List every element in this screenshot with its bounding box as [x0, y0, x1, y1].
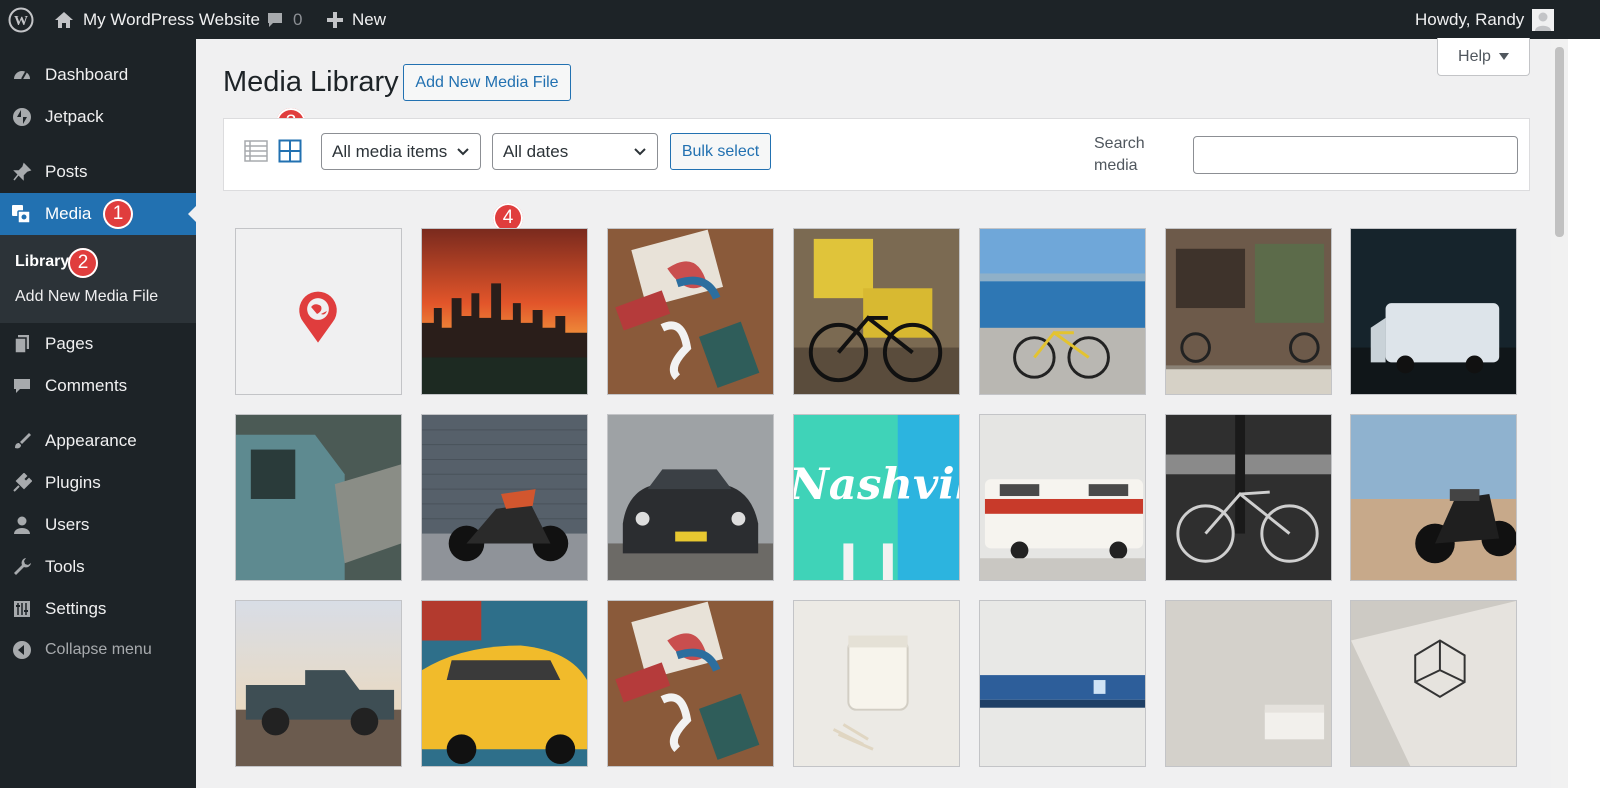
- comment-bubble-icon: [268, 12, 282, 27]
- chevron-down-icon: [634, 148, 646, 156]
- bulk-select-button[interactable]: Bulk select: [670, 133, 771, 170]
- wrench-icon: [11, 556, 33, 578]
- media-type-filter-value: All media items: [332, 141, 448, 161]
- my-account-link[interactable]: Howdy, Randy: [1415, 0, 1555, 39]
- sidebar-item-label: Appearance: [45, 431, 137, 450]
- media-item-camper-night[interactable]: [1350, 228, 1517, 395]
- sidebar-item-label: Tools: [45, 557, 85, 576]
- media-item-bicycle-beach[interactable]: [979, 228, 1146, 395]
- comments-link[interactable]: 0: [265, 0, 302, 39]
- media-item-bicycle-bw[interactable]: [1165, 414, 1332, 581]
- sidebar-item-appearance[interactable]: Appearance: [0, 420, 196, 462]
- sidebar-item-posts[interactable]: Posts: [0, 151, 196, 193]
- callout-badge-2: 2: [68, 248, 98, 278]
- sidebar-item-pages[interactable]: Pages: [0, 323, 196, 365]
- svg-text:Nashvil: Nashvil: [794, 459, 959, 510]
- media-item-rusty-truck[interactable]: [235, 600, 402, 767]
- media-item-candle-jar[interactable]: [793, 600, 960, 767]
- admin-bar: W My WordPress Website 0 New Howdy, Rand…: [0, 0, 1600, 39]
- sidebar-item-label: Jetpack: [45, 107, 104, 126]
- sidebar-item-settings[interactable]: Settings: [0, 588, 196, 630]
- sidebar-item-label: Posts: [45, 162, 88, 181]
- media-item-nashville-mural[interactable]: Nashvil: [793, 414, 960, 581]
- help-label: Help: [1458, 47, 1491, 65]
- media-item-placeholder[interactable]: [235, 228, 402, 395]
- sidebar-item-label: Pages: [45, 334, 94, 353]
- sidebar-item-label: Settings: [45, 599, 107, 618]
- plugin-icon: [11, 472, 33, 494]
- sidebar-item-plugins[interactable]: Plugins: [0, 462, 196, 504]
- comment-icon: [11, 375, 33, 397]
- search-media-input[interactable]: [1193, 136, 1518, 174]
- help-tab-button[interactable]: Help: [1437, 38, 1530, 76]
- media-item-desk-flatlay[interactable]: [607, 228, 774, 395]
- media-toolbar: All media items All dates Bulk select Se…: [223, 118, 1530, 191]
- media-icon: [11, 203, 33, 225]
- sidebar-item-jetpack[interactable]: Jetpack: [0, 96, 196, 138]
- wordpress-logo-icon[interactable]: W: [8, 0, 34, 39]
- media-item-motorcycle-desert[interactable]: [1350, 414, 1517, 581]
- callout-badge-1: 1: [103, 199, 133, 229]
- media-item-motorcycle-brick[interactable]: [421, 414, 588, 581]
- media-item-vintage-rv[interactable]: [979, 414, 1146, 581]
- list-view-icon[interactable]: [244, 139, 268, 163]
- sidebar-item-label: Comments: [45, 376, 128, 395]
- sidebar-item-label: Collapse menu: [45, 641, 152, 658]
- sidebar-item-media[interactable]: Media: [0, 193, 196, 235]
- page-scrollbar[interactable]: [1551, 39, 1568, 788]
- media-type-filter[interactable]: All media items: [321, 133, 481, 170]
- sidebar-item-label: Plugins: [45, 473, 101, 492]
- media-item-bicycle-yellow-wall[interactable]: [793, 228, 960, 395]
- site-name: My WordPress Website: [83, 9, 260, 29]
- media-item-yellow-car[interactable]: [421, 600, 588, 767]
- settings-icon: [11, 598, 33, 620]
- date-filter[interactable]: All dates: [492, 133, 658, 170]
- svg-text:W: W: [14, 14, 28, 29]
- media-item-blue-book[interactable]: [979, 600, 1146, 767]
- submenu-item-library[interactable]: Library: [15, 253, 69, 271]
- media-item-old-blue-truck[interactable]: [235, 414, 402, 581]
- site-name-link[interactable]: My WordPress Website: [53, 0, 260, 39]
- media-item-cafe-storefront[interactable]: [1165, 228, 1332, 395]
- sidebar-item-label: Dashboard: [45, 65, 129, 84]
- dashboard-icon: [11, 64, 33, 86]
- media-item-city-skyline[interactable]: [421, 228, 588, 395]
- jetpack-icon: [11, 106, 33, 128]
- pin-icon: [11, 161, 33, 183]
- user-icon: [11, 514, 33, 536]
- add-new-media-button[interactable]: Add New Media File: [403, 64, 571, 101]
- date-filter-value: All dates: [503, 141, 569, 161]
- sidebar-item-collapse-menu[interactable]: Collapse menu: [0, 629, 196, 671]
- media-submenu: Library Add New Media File: [0, 235, 196, 323]
- page-title: Media Library: [223, 66, 399, 98]
- plus-icon: [327, 11, 343, 28]
- media-item-vintage-car[interactable]: [607, 414, 774, 581]
- admin-sidebar: Dashboard Jetpack Posts Media Library Ad…: [0, 39, 196, 788]
- greeting: Howdy, Randy: [1415, 9, 1525, 29]
- comments-count: 0: [293, 9, 303, 29]
- window-edge: [1568, 39, 1600, 788]
- home-icon: [55, 11, 73, 28]
- sidebar-item-label: Users: [45, 515, 90, 534]
- sidebar-item-users[interactable]: Users: [0, 504, 196, 546]
- grid-view-icon[interactable]: [278, 139, 302, 163]
- avatar: [1532, 8, 1555, 31]
- media-item-logo-card[interactable]: [1350, 600, 1517, 767]
- media-item-desk-flatlay-2[interactable]: [607, 600, 774, 767]
- search-media-label: Search media: [1094, 135, 1145, 174]
- sidebar-item-tools[interactable]: Tools: [0, 546, 196, 588]
- brush-icon: [11, 430, 33, 452]
- new-label: New: [352, 9, 387, 29]
- collapse-icon: [11, 639, 33, 661]
- sidebar-item-comments[interactable]: Comments: [0, 365, 196, 407]
- sidebar-item-dashboard[interactable]: Dashboard: [0, 54, 196, 96]
- sidebar-item-label: Media: [45, 204, 92, 223]
- chevron-down-icon: [457, 148, 469, 156]
- pages-icon: [11, 333, 33, 355]
- scrollbar-thumb[interactable]: [1555, 47, 1564, 237]
- media-item-cosmetic-jar[interactable]: [1165, 600, 1332, 767]
- new-content-link[interactable]: New: [326, 0, 386, 39]
- caret-down-icon: [1498, 52, 1509, 60]
- submenu-item-add-new-media[interactable]: Add New Media File: [15, 288, 158, 306]
